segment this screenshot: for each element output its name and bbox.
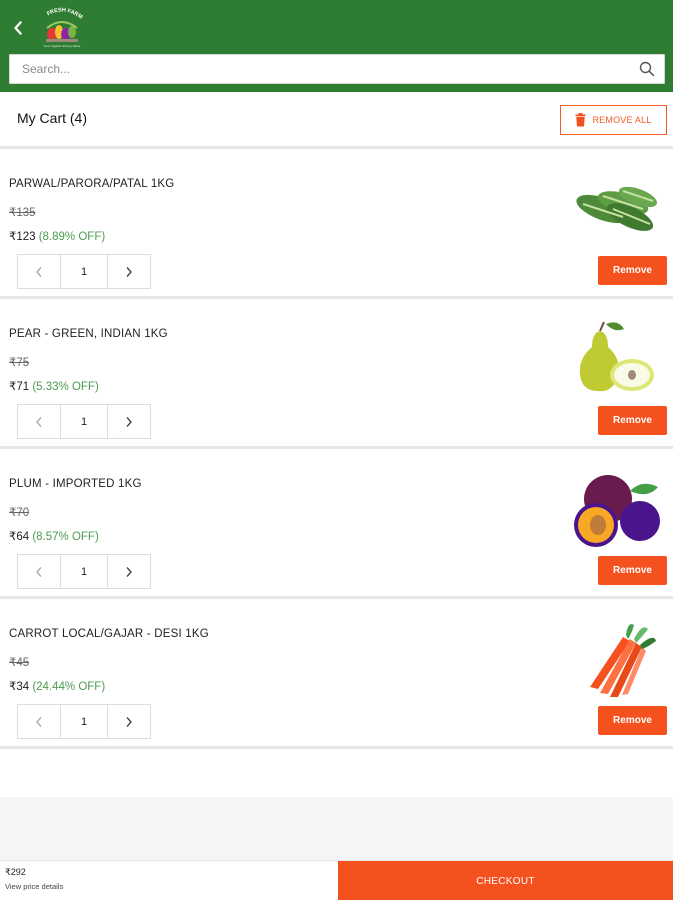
item-discount: (8.57% OFF) xyxy=(32,531,99,543)
item-discount: (8.89% OFF) xyxy=(38,231,106,243)
remove-item-button[interactable]: Remove xyxy=(598,406,667,435)
cart-item: PLUM - IMPORTED 1KG ₹70 ₹64 (8.57% OFF) … xyxy=(0,449,673,599)
remove-all-label: REMOVE ALL xyxy=(592,115,652,125)
item-name: PLUM - IMPORTED 1KG xyxy=(9,478,142,490)
total-amount: ₹292 xyxy=(5,867,26,877)
item-price: ₹34 xyxy=(9,681,30,693)
quantity-value: 1 xyxy=(60,705,108,738)
view-price-details-link[interactable]: View price details xyxy=(5,882,63,891)
item-mrp: ₹70 xyxy=(9,507,30,519)
quantity-stepper: 1 xyxy=(17,704,151,739)
item-mrp: ₹45 xyxy=(9,657,30,669)
brand-logo[interactable]: FRESH FARM Your Organic Grocery Store xyxy=(37,6,87,50)
chevron-left-icon xyxy=(36,716,42,727)
chevron-right-icon xyxy=(126,566,132,577)
remove-item-button[interactable]: Remove xyxy=(598,706,667,735)
plum-image xyxy=(572,469,660,549)
checkout-bar: ₹292 View price details CHECKOUT xyxy=(0,860,673,900)
remove-item-button[interactable]: Remove xyxy=(598,556,667,585)
trash-icon xyxy=(575,113,586,127)
item-price-line: ₹71 (5.33% OFF) xyxy=(9,379,99,393)
pear-image xyxy=(579,321,654,392)
remove-all-button[interactable]: REMOVE ALL xyxy=(560,105,667,135)
item-price: ₹123 xyxy=(9,231,36,243)
quantity-value: 1 xyxy=(60,405,108,438)
item-price: ₹64 xyxy=(9,531,30,543)
chevron-right-icon xyxy=(126,716,132,727)
carrot-image xyxy=(590,624,656,697)
app-header: FRESH FARM Your Organic Grocery Store xyxy=(0,0,673,92)
quantity-stepper: 1 xyxy=(17,554,151,589)
increase-quantity-button[interactable] xyxy=(108,705,150,738)
item-price-line: ₹123 (8.89% OFF) xyxy=(9,229,105,243)
item-name: PARWAL/PARORA/PATAL 1KG xyxy=(9,178,175,190)
decrease-quantity-button[interactable] xyxy=(18,705,60,738)
chevron-left-icon xyxy=(36,566,42,577)
cart-item: CARROT LOCAL/GAJAR - DESI 1KG ₹45 ₹34 (2… xyxy=(0,599,673,749)
increase-quantity-button[interactable] xyxy=(108,555,150,588)
item-price: ₹71 xyxy=(9,381,30,393)
cart-item: PEAR - GREEN, INDIAN 1KG ₹75 ₹71 (5.33% … xyxy=(0,299,673,449)
cart-title: My Cart (4) xyxy=(17,110,87,126)
item-price-line: ₹34 (24.44% OFF) xyxy=(9,679,105,693)
decrease-quantity-button[interactable] xyxy=(18,405,60,438)
back-button[interactable] xyxy=(9,18,27,38)
chevron-left-icon xyxy=(36,266,42,277)
decrease-quantity-button[interactable] xyxy=(18,555,60,588)
item-name: CARROT LOCAL/GAJAR - DESI 1KG xyxy=(9,628,209,640)
checkout-button[interactable]: CHECKOUT xyxy=(338,861,673,900)
search-input[interactable] xyxy=(10,55,630,83)
chevron-right-icon xyxy=(126,266,132,277)
chevron-left-icon xyxy=(36,416,42,427)
item-discount: (24.44% OFF) xyxy=(32,681,106,693)
search-icon[interactable] xyxy=(639,61,655,77)
quantity-stepper: 1 xyxy=(17,404,151,439)
item-mrp: ₹75 xyxy=(9,357,30,369)
increase-quantity-button[interactable] xyxy=(108,405,150,438)
search-bar xyxy=(9,54,665,84)
svg-text:FRESH FARM: FRESH FARM xyxy=(46,7,84,20)
cart-item: PARWAL/PARORA/PATAL 1KG ₹135 ₹123 (8.89%… xyxy=(0,149,673,299)
item-price-line: ₹64 (8.57% OFF) xyxy=(9,529,99,543)
increase-quantity-button[interactable] xyxy=(108,255,150,288)
quantity-value: 1 xyxy=(60,555,108,588)
decrease-quantity-button[interactable] xyxy=(18,255,60,288)
chevron-left-icon xyxy=(14,21,22,35)
item-mrp: ₹135 xyxy=(9,207,36,219)
pointed-gourd-image xyxy=(576,186,657,231)
divider xyxy=(0,746,673,749)
quantity-value: 1 xyxy=(60,255,108,288)
quantity-stepper: 1 xyxy=(17,254,151,289)
remove-item-button[interactable]: Remove xyxy=(598,256,667,285)
item-discount: (5.33% OFF) xyxy=(32,381,99,393)
content-spacer xyxy=(0,797,673,860)
svg-text:Your Organic Grocery Store: Your Organic Grocery Store xyxy=(44,44,81,48)
chevron-right-icon xyxy=(126,416,132,427)
item-name: PEAR - GREEN, INDIAN 1KG xyxy=(9,328,168,340)
